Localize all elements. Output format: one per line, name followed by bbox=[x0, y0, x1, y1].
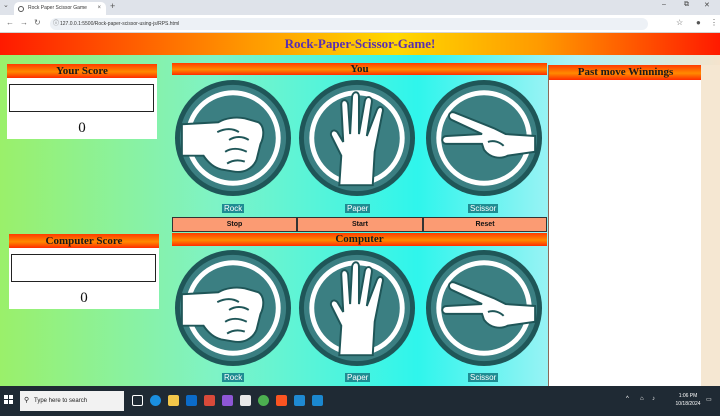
minimize-icon[interactable]: – bbox=[662, 1, 666, 8]
chrome-icon[interactable] bbox=[258, 395, 269, 406]
computer-rock-choice bbox=[174, 249, 292, 367]
back-icon[interactable]: ← bbox=[6, 18, 14, 27]
close-window-icon[interactable]: ✕ bbox=[704, 1, 710, 9]
computer-score-value: 0 bbox=[80, 290, 88, 306]
windows-taskbar: ⚲ Type here to search ^ ⌂ ♪ 1:06 PM 10/1… bbox=[0, 386, 720, 416]
file-explorer-icon[interactable] bbox=[168, 395, 179, 406]
taskbar-clock[interactable]: 1:06 PM 10/18/2024 bbox=[672, 392, 704, 408]
you-rock-caption: Rock bbox=[222, 204, 245, 213]
computer-score-input[interactable] bbox=[11, 254, 156, 282]
page-title: Rock-Paper-Scissor-Game! bbox=[0, 33, 720, 55]
store-icon[interactable] bbox=[186, 395, 197, 406]
windows-start-icon[interactable] bbox=[4, 395, 14, 405]
photos-icon[interactable] bbox=[240, 395, 251, 406]
you-heading: You bbox=[172, 63, 547, 75]
computer-paper-choice bbox=[298, 249, 416, 367]
clock-time: 1:06 PM bbox=[678, 393, 698, 399]
close-tab-icon[interactable]: × bbox=[97, 2, 101, 15]
computer-score-panel: 0 bbox=[9, 248, 159, 309]
app-icon[interactable] bbox=[222, 395, 233, 406]
your-score-heading: Your Score bbox=[7, 64, 157, 78]
peace-hand-scissor-icon bbox=[425, 79, 543, 197]
site-info-icon[interactable]: ⓘ bbox=[53, 18, 59, 30]
bookmark-star-icon[interactable]: ☆ bbox=[676, 18, 683, 27]
task-view-icon[interactable] bbox=[132, 395, 143, 406]
fist-rock-icon bbox=[174, 79, 292, 197]
computer-paper-caption: Paper bbox=[345, 373, 371, 382]
reset-button[interactable]: Reset bbox=[423, 217, 547, 232]
reload-icon[interactable]: ↻ bbox=[34, 18, 41, 27]
tray-chevron-icon[interactable]: ^ bbox=[626, 396, 629, 402]
you-scissor-button[interactable] bbox=[425, 79, 543, 197]
clock-date: 10/18/2024 bbox=[675, 401, 701, 407]
computer-rock-caption: Rock bbox=[222, 373, 245, 382]
notifications-icon[interactable]: ▭ bbox=[706, 396, 712, 403]
start-button[interactable]: Start bbox=[297, 217, 423, 232]
menu-icon[interactable]: ⋮ bbox=[710, 18, 718, 27]
address-bar-url: 127.0.0.1:5500/Rock-paper-scissor-using-… bbox=[60, 21, 180, 27]
page-scrollbar[interactable] bbox=[701, 65, 720, 386]
search-icon: ⚲ bbox=[24, 397, 30, 404]
forward-icon[interactable]: → bbox=[20, 18, 28, 27]
browser-tab[interactable]: Rock Paper Scissor Game × bbox=[14, 2, 106, 15]
computer-heading: Computer bbox=[172, 233, 547, 246]
peace-hand-scissor-icon bbox=[425, 249, 543, 367]
your-score-input[interactable] bbox=[9, 84, 154, 112]
you-rock-button[interactable] bbox=[174, 79, 292, 197]
you-scissor-caption: Scissor bbox=[468, 204, 499, 213]
edge-icon[interactable] bbox=[150, 395, 161, 406]
past-moves-panel: Past move Winnings bbox=[548, 65, 702, 386]
you-paper-button[interactable] bbox=[298, 79, 416, 197]
past-moves-heading: Past move Winnings bbox=[549, 65, 702, 80]
network-icon[interactable]: ⌂ bbox=[640, 396, 644, 402]
computer-score-heading: Computer Score bbox=[9, 234, 159, 248]
computer-scissor-choice bbox=[425, 249, 543, 367]
browser-tab-title: Rock Paper Scissor Game bbox=[28, 5, 87, 11]
open-hand-paper-icon bbox=[298, 249, 416, 367]
brave-icon[interactable] bbox=[276, 395, 287, 406]
stop-button[interactable]: Stop bbox=[172, 217, 297, 232]
restore-icon[interactable]: ⧉ bbox=[684, 1, 689, 9]
computer-scissor-caption: Scissor bbox=[468, 373, 499, 382]
address-bar[interactable]: ⓘ 127.0.0.1:5500/Rock-paper-scissor-usin… bbox=[50, 18, 648, 30]
page-body: Rock-Paper-Scissor-Game! Your Score 0 Co… bbox=[0, 33, 720, 386]
your-score-value: 0 bbox=[78, 120, 86, 136]
taskbar-search-placeholder: Type here to search bbox=[34, 398, 88, 404]
globe-icon bbox=[18, 6, 24, 12]
you-paper-caption: Paper bbox=[345, 204, 371, 213]
taskbar-search-box[interactable]: ⚲ Type here to search bbox=[20, 391, 124, 411]
profile-icon[interactable]: ● bbox=[696, 18, 701, 27]
mail-icon[interactable] bbox=[312, 395, 323, 406]
fist-rock-icon bbox=[174, 249, 292, 367]
browser-tab-strip: ⌄ Rock Paper Scissor Game × + – ⧉ ✕ bbox=[0, 0, 720, 15]
office-icon[interactable] bbox=[204, 395, 215, 406]
your-score-panel: 0 bbox=[7, 78, 157, 139]
new-tab-icon[interactable]: + bbox=[110, 1, 115, 11]
volume-icon[interactable]: ♪ bbox=[652, 396, 655, 402]
open-hand-paper-icon bbox=[298, 79, 416, 197]
tab-search-icon[interactable]: ⌄ bbox=[3, 1, 9, 9]
browser-toolbar: ← → ↻ ⓘ 127.0.0.1:5500/Rock-paper-scisso… bbox=[0, 15, 720, 33]
vscode-icon[interactable] bbox=[294, 395, 305, 406]
